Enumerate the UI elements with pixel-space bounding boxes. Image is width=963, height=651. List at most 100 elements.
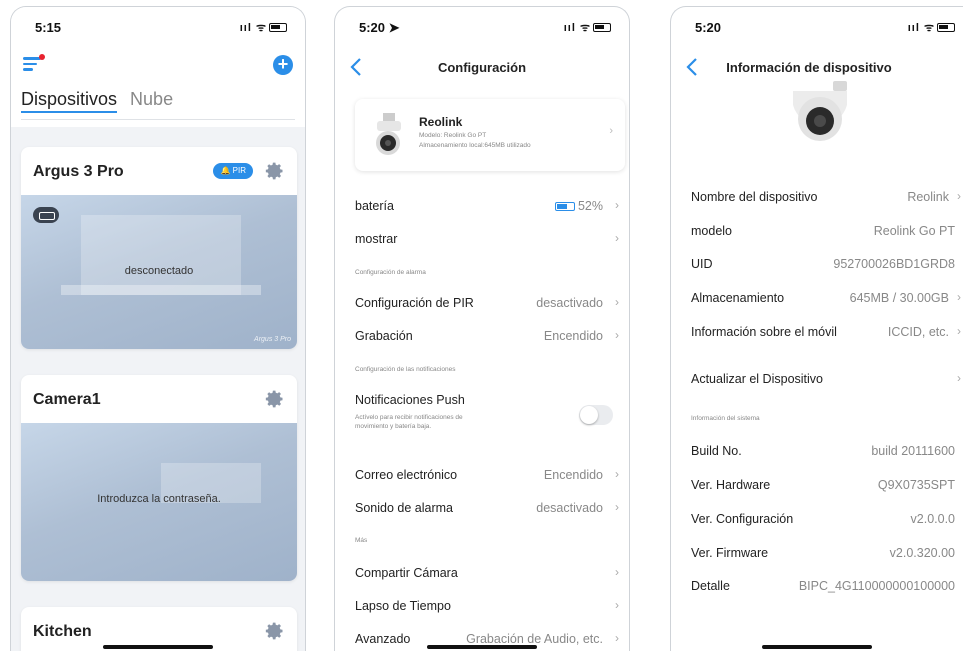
- page-title: Información de dispositivo: [726, 60, 892, 75]
- home-indicator: [762, 645, 872, 649]
- battery-icon: [937, 23, 955, 32]
- row-value: desactivado: [536, 501, 603, 515]
- hardware-row: Ver. Hardware Q9X0735SPT: [671, 468, 963, 501]
- status-icons: ııl ᯤ: [908, 20, 955, 35]
- chevron-right-icon: ›: [615, 500, 619, 514]
- section-header: Información del sistema: [691, 415, 760, 422]
- settings-gear-icon[interactable]: [265, 161, 285, 181]
- settings-screen: 5:20 ➤ ııl ᯤ Configuración Reolink Model…: [334, 6, 630, 651]
- device-name-row[interactable]: Nombre del dispositivo Reolink ›: [671, 180, 963, 213]
- battery-icon: [593, 23, 611, 32]
- chevron-right-icon: ›: [615, 631, 619, 645]
- battery-row[interactable]: batería 52% ›: [335, 189, 629, 222]
- row-value: desactivado: [536, 296, 603, 310]
- row-value: v2.0.0.0: [910, 512, 955, 526]
- row-value: Grabación de Audio, etc.: [466, 632, 603, 646]
- config-row: Ver. Configuración v2.0.0.0: [671, 502, 963, 535]
- push-description: Actívelo para recibir notificaciones de …: [355, 414, 463, 430]
- status-time: 5:15: [35, 20, 62, 35]
- status-time: 5:20 ➤: [359, 20, 400, 35]
- device-storage: Almacenamiento local:645MB utilizado: [419, 142, 531, 149]
- menu-icon[interactable]: [23, 54, 45, 71]
- pir-badge[interactable]: 🔔 PIR: [213, 163, 253, 179]
- notification-dot-icon: [39, 54, 45, 60]
- preview-watermark: Argus 3 Pro: [254, 336, 291, 343]
- storage-row[interactable]: Almacenamiento 645MB / 30.00GB ›: [671, 281, 963, 314]
- share-camera-row[interactable]: Compartir Cámara ›: [335, 556, 629, 589]
- pir-settings-row[interactable]: Configuración de PIR desactivado ›: [335, 286, 629, 319]
- row-label: Almacenamiento: [691, 291, 785, 305]
- row-label: Nombre del dispositivo: [691, 190, 818, 204]
- row-label: Ver. Configuración: [691, 512, 794, 526]
- battery-level-icon: [554, 202, 575, 211]
- status-icons: ııl ᯤ: [564, 20, 611, 35]
- row-value: ICCID, etc.: [887, 325, 949, 339]
- row-label: Compartir Cámara: [355, 566, 458, 580]
- add-device-icon[interactable]: +: [273, 55, 293, 75]
- chevron-right-icon: ›: [615, 231, 619, 245]
- chevron-right-icon: ›: [957, 371, 961, 385]
- battery-icon: [269, 23, 287, 32]
- camera-thumbnail-icon: [376, 113, 401, 155]
- chevron-right-icon: ›: [615, 565, 619, 579]
- page-title: Configuración: [437, 60, 527, 75]
- update-device-row[interactable]: Actualizar el Dispositivo ›: [671, 362, 963, 395]
- camera-preview[interactable]: Introduzca la contraseña.: [21, 423, 297, 581]
- row-value: Encendido: [543, 468, 603, 482]
- recording-row[interactable]: Grabación Encendido ›: [335, 319, 629, 352]
- row-value: Q9X0735SPT: [877, 478, 955, 492]
- email-row[interactable]: Correo electrónico Encendido ›: [335, 458, 629, 491]
- chevron-right-icon: ›: [609, 125, 613, 137]
- status-time: 5:20: [695, 20, 722, 35]
- section-header: Más: [355, 537, 368, 544]
- row-value: build 20111600: [871, 444, 955, 458]
- row-value: Reolink: [907, 190, 949, 204]
- preview-status: desconectado: [124, 265, 194, 277]
- row-value: BIPC_4G110000000100000: [798, 579, 955, 593]
- firmware-row: Ver. Firmware v2.0.320.00: [671, 536, 963, 569]
- build-row: Build No. build 20111600: [671, 434, 963, 467]
- row-label: Configuración de PIR: [355, 296, 474, 310]
- status-bar: 5:20 ııl ᯤ: [671, 7, 963, 47]
- alarm-sound-row[interactable]: Sonido de alarma desactivado ›: [335, 491, 629, 524]
- chevron-right-icon: ›: [615, 467, 619, 481]
- mobile-info-row[interactable]: Información sobre el móvil ICCID, etc. ›: [671, 315, 963, 348]
- row-label: Avanzado: [355, 632, 411, 646]
- row-label: Correo electrónico: [355, 468, 458, 482]
- row-value: Encendido: [543, 329, 603, 343]
- row-label: mostrar: [355, 232, 398, 246]
- preview-status: Introduzca la contraseña.: [97, 493, 221, 505]
- row-label: Build No.: [691, 444, 742, 458]
- tab-devices[interactable]: Dispositivos: [21, 89, 118, 113]
- detail-row: Detalle BIPC_4G110000000100000: [671, 569, 963, 602]
- row-value: 645MB / 30.00GB: [849, 291, 949, 305]
- row-label: Ver. Hardware: [691, 478, 771, 492]
- chevron-right-icon: ›: [957, 290, 961, 304]
- device-card[interactable]: Argus 3 Pro 🔔 PIR desconectado Argus 3 P…: [21, 147, 297, 349]
- row-label: Información sobre el móvil: [691, 325, 837, 339]
- device-card[interactable]: Camera1 Introduzca la contraseña.: [21, 375, 297, 581]
- push-notifications-toggle[interactable]: [579, 405, 613, 425]
- display-row[interactable]: mostrar ›: [335, 222, 629, 255]
- row-value: 952700026BD1GRD8: [833, 257, 955, 271]
- settings-gear-icon[interactable]: [265, 621, 285, 641]
- status-bar: 5:20 ➤ ııl ᯤ: [335, 7, 629, 47]
- settings-gear-icon[interactable]: [265, 389, 285, 409]
- timelapse-row[interactable]: Lapso de Tiempo ›: [335, 589, 629, 622]
- chevron-right-icon: ›: [615, 198, 619, 212]
- uid-row: UID 952700026BD1GRD8: [671, 247, 963, 280]
- camera-preview[interactable]: desconectado Argus 3 Pro: [21, 195, 297, 349]
- device-summary-card[interactable]: Reolink Modelo: Reolink Go PT Almacenami…: [355, 99, 625, 171]
- device-info-screen: 5:20 ııl ᯤ Información de dispositivo No…: [670, 6, 963, 651]
- tab-cloud[interactable]: Nube: [130, 89, 173, 109]
- pir-badge-label: PIR: [232, 166, 246, 175]
- chevron-right-icon: ›: [615, 598, 619, 612]
- chevron-right-icon: ›: [957, 324, 961, 338]
- row-value: Reolink Go PT: [873, 224, 955, 238]
- chevron-right-icon: ›: [615, 328, 619, 342]
- row-value: v2.0.320.00: [889, 546, 955, 560]
- divider: [21, 119, 295, 120]
- device-model: Modelo: Reolink Go PT: [419, 132, 487, 139]
- row-label: batería: [355, 199, 394, 213]
- row-label: Grabación: [355, 329, 413, 343]
